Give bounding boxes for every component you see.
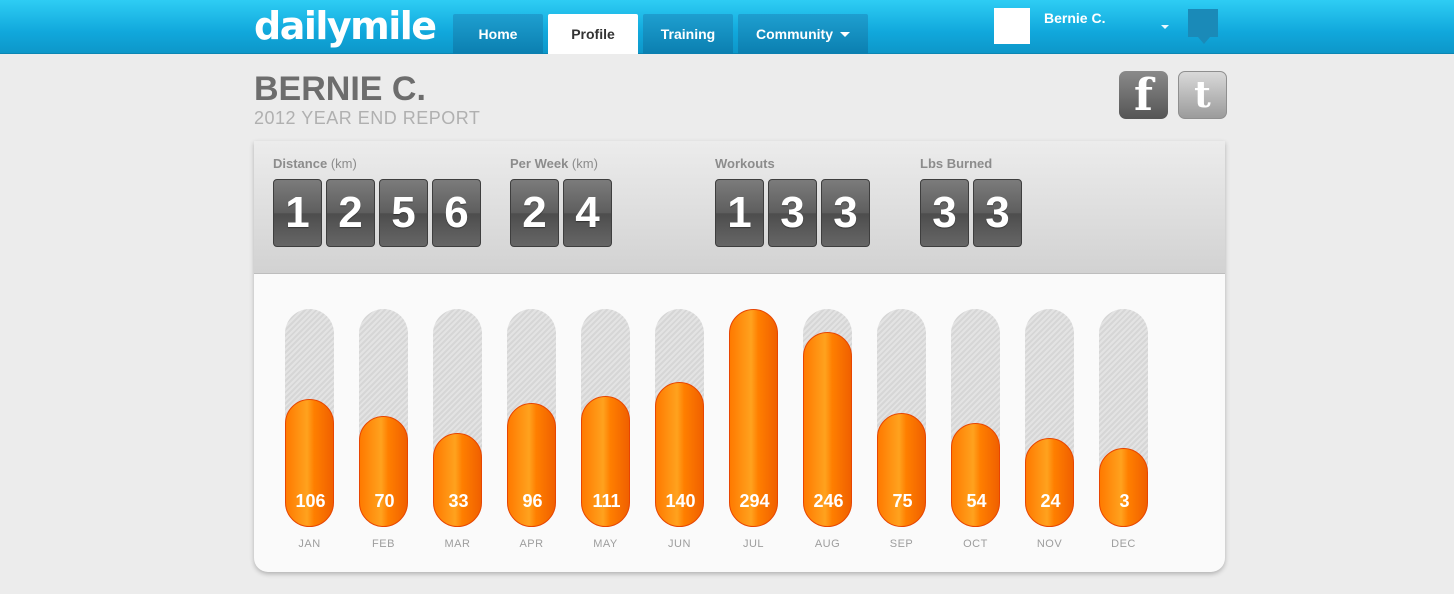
month-label: DEC — [1111, 538, 1136, 550]
tab-home-label: Home — [478, 26, 518, 42]
month-label: NOV — [1036, 538, 1063, 550]
bar-track: 70 — [359, 309, 408, 527]
bar-track: 3 — [1099, 309, 1148, 527]
counter-digit: 1 — [715, 179, 764, 247]
dailymile-logo[interactable]: dailymile — [254, 4, 437, 48]
bar-jun[interactable]: 140 — [655, 382, 704, 527]
bar-nov[interactable]: 24 — [1025, 438, 1074, 527]
tab-training-label: Training — [660, 26, 716, 42]
bar-feb[interactable]: 70 — [359, 416, 408, 527]
stat-workouts-name: Workouts — [715, 156, 775, 171]
bar-track: 54 — [951, 309, 1000, 527]
counter-digit: 3 — [768, 179, 817, 247]
tab-profile-label: Profile — [571, 26, 615, 42]
stat-lbs-burned-name: Lbs Burned — [920, 156, 993, 171]
page-subtitle: 2012 YEAR END REPORT — [254, 108, 481, 128]
facebook-glyph: f — [1134, 69, 1153, 121]
bar-value-label: 54 — [966, 491, 987, 511]
bar-track: 294 — [729, 309, 778, 527]
month-label: MAY — [593, 538, 618, 550]
top-nav-bar: dailymile Home Profile Training Communit… — [0, 0, 1454, 54]
bar-apr[interactable]: 96 — [507, 403, 556, 527]
bar-jan[interactable]: 106 — [285, 399, 334, 527]
counter-digit: 2 — [510, 179, 559, 247]
tab-community-label: Community — [756, 26, 833, 42]
counter-digit: 1 — [273, 179, 322, 247]
bar-value-label: 246 — [813, 491, 844, 511]
bar-track: 140 — [655, 309, 704, 527]
counter-digit: 3 — [920, 179, 969, 247]
bar-value-label: 3 — [1119, 491, 1130, 511]
bar-value-label: 70 — [374, 491, 395, 511]
stat-workouts-counter: 1 3 3 — [715, 179, 870, 247]
counter-digit: 6 — [432, 179, 481, 247]
stat-workouts-label: Workouts — [715, 156, 775, 171]
stat-per-week-label: Per Week (km) — [510, 156, 598, 171]
user-name[interactable]: Bernie C. — [1044, 10, 1105, 26]
bar-aug[interactable]: 246 — [803, 332, 852, 527]
month-label: OCT — [963, 538, 988, 550]
stat-lbs-burned-label: Lbs Burned — [920, 156, 992, 171]
chevron-down-icon — [840, 31, 850, 37]
month-label: JUL — [742, 538, 765, 550]
bar-value-label: 106 — [295, 491, 326, 511]
counter-digit: 3 — [821, 179, 870, 247]
tab-profile[interactable]: Profile — [548, 14, 638, 54]
bar-value-label: 75 — [892, 491, 913, 511]
month-label: JAN — [298, 538, 321, 550]
bar-value-label: 96 — [522, 491, 543, 511]
counter-digit: 4 — [563, 179, 612, 247]
bar-track: 24 — [1025, 309, 1074, 527]
user-menu-chevron-icon[interactable] — [1161, 25, 1169, 29]
month-label: MAR — [444, 538, 471, 550]
bar-dec[interactable]: 3 — [1099, 448, 1148, 527]
bar-may[interactable]: 111 — [581, 396, 630, 527]
bar-track: 111 — [581, 309, 630, 527]
month-label: JUN — [668, 538, 691, 550]
bar-jul[interactable]: 294 — [729, 309, 778, 527]
stat-distance-counter: 1 2 5 6 — [273, 179, 481, 247]
bar-value-label: 294 — [739, 491, 770, 511]
stat-lbs-burned-counter: 3 3 — [920, 179, 1022, 247]
page-title: BERNIE C. — [254, 70, 426, 108]
counter-digit: 3 — [973, 179, 1022, 247]
bar-track: 246 — [803, 309, 852, 527]
twitter-glyph: t — [1194, 74, 1211, 116]
bar-mar[interactable]: 33 — [433, 433, 482, 527]
month-label: APR — [519, 538, 544, 550]
year-report-card: Distance (km) 1 2 5 6 Per Week (km) 2 4 … — [254, 141, 1225, 572]
stat-per-week-name: Per Week — [510, 156, 569, 171]
counter-digit: 5 — [379, 179, 428, 247]
bar-track: 96 — [507, 309, 556, 527]
stat-per-week-counter: 2 4 — [510, 179, 612, 247]
bar-oct[interactable]: 54 — [951, 423, 1000, 527]
tab-training[interactable]: Training — [643, 14, 733, 54]
month-label: AUG — [814, 538, 841, 550]
stat-per-week-unit: (km) — [571, 156, 598, 171]
facebook-share-icon[interactable]: f — [1119, 69, 1168, 121]
speech-bubble-icon[interactable] — [1188, 9, 1218, 44]
month-label: SEP — [889, 538, 914, 550]
monthly-distance-chart: 106 JAN 70 FEB 33 MAR 96 APR 111 MAY 140 JUN 294 JUL 2… — [254, 274, 1225, 572]
stat-distance-label: Distance (km) — [273, 156, 357, 171]
counter-digit: 2 — [326, 179, 375, 247]
twitter-share-icon[interactable]: t — [1178, 71, 1227, 119]
bar-track: 75 — [877, 309, 926, 527]
stat-distance-unit: (km) — [330, 156, 357, 171]
avatar[interactable] — [994, 8, 1030, 44]
bar-track: 106 — [285, 309, 334, 527]
bar-value-label: 24 — [1040, 491, 1061, 511]
stats-panel: Distance (km) 1 2 5 6 Per Week (km) 2 4 … — [254, 141, 1225, 274]
bar-value-label: 140 — [665, 491, 696, 511]
month-label: FEB — [372, 538, 395, 550]
bar-track: 33 — [433, 309, 482, 527]
bar-value-label: 33 — [448, 491, 469, 511]
bar-value-label: 111 — [592, 491, 621, 511]
tab-community[interactable]: Community — [738, 14, 868, 54]
stat-distance-name: Distance — [273, 156, 328, 171]
tab-home[interactable]: Home — [453, 14, 543, 54]
bar-sep[interactable]: 75 — [877, 413, 926, 527]
